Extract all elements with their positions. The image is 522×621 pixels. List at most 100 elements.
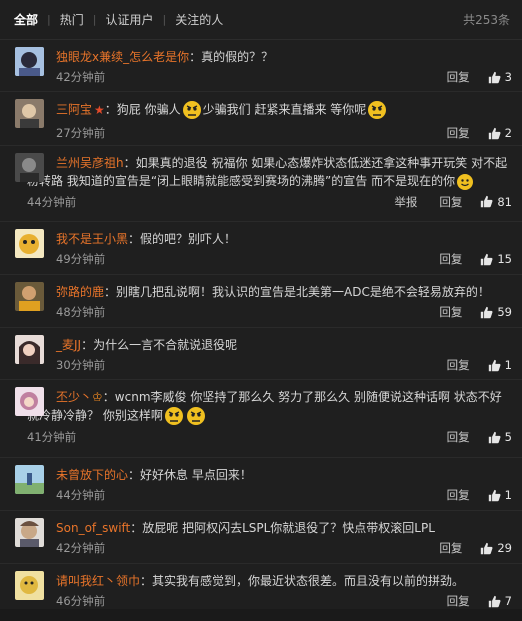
avatar[interactable] [15,282,44,311]
like-button[interactable]: 81 [480,195,512,209]
comment-time: 42分钟前 [56,541,106,555]
comment-username[interactable]: _麦JJ [56,338,81,352]
comment-username[interactable]: 弥路的鹿 [56,285,104,299]
comment-content: 别瞎几把乱说啊！我认识的宣告是北美第一ADC是绝不会轻易放弃的！ [116,285,490,299]
comment-content: 粉转路 我知道的宣告是“闭上眼睛就能感受到赛场的沸腾”的宣告 而不是现在的你 [27,174,456,188]
thumbs-up-icon [488,71,501,83]
comment-username[interactable]: Son_of_swift [56,521,130,535]
report-button[interactable]: 举报 [394,194,417,210]
comment-content: 假的吧？别吓人！ [140,232,237,246]
comment-username[interactable]: 三阿宝 [56,103,92,117]
reply-button[interactable]: 回复 [439,304,462,320]
angry-emoji-icon [368,101,387,119]
comment-list: 独眼龙x兼续_怎么老是你：真的假的？？ 42分钟前 回复 3 三阿宝 ★：狗屁 你… [0,40,522,614]
thumbs-up-icon [488,595,501,607]
comment-username[interactable]: 丕少丶 [56,390,92,404]
comment-time: 30分钟前 [56,358,106,372]
reply-button[interactable]: 回复 [447,429,470,445]
comment-item: 未曾放下的心：好好休息 早点回来！ 44分钟前 回复 1 [0,458,522,511]
avatar[interactable] [15,518,44,547]
star-badge-icon: ★ [94,102,105,117]
reply-button[interactable]: 回复 [439,251,462,267]
like-button[interactable]: 15 [480,252,512,266]
like-button[interactable]: 3 [488,70,512,84]
like-count: 15 [497,252,512,266]
comment-item: 我不是王小黑：假的吧？别吓人！ 49分钟前 回复 15 [0,222,522,275]
comment-filter-tabs: 全部 | 热门 | 认证用户 | 关注的人 共253条 [0,0,522,40]
comment-text: 独眼龙x兼续_怎么老是你：真的假的？？ [56,50,274,64]
comment-meta: 41分钟前 回复 5 [27,426,512,448]
tab-all[interactable]: 全部 [14,11,38,28]
comment-time: 44分钟前 [56,488,106,502]
like-count: 3 [504,70,512,84]
reply-button[interactable]: 回复 [447,487,470,503]
comment-time: 42分钟前 [56,70,106,84]
comment-meta: 49分钟前 回复 15 [56,248,512,270]
comment-text-continued: 就冷静冷静？ 你别这样啊 [27,406,512,426]
comment-content: 少骗我们 赶紧来直播来 等你呢 [202,102,367,117]
comment-text: 请叫我红丶领巾：其实我有感觉到，你最近状态很差。而且没有以前的拼劲。 [56,574,465,588]
bottom-edge [0,609,522,621]
tab-hot[interactable]: 热门 [60,11,84,28]
comment-item: 三阿宝 ★：狗屁 你骗人 少骗我们 赶紧来直播来 等你呢 27分钟前 回复 2 [0,92,522,146]
avatar[interactable] [15,153,44,182]
avatar[interactable] [15,465,44,494]
avatar[interactable] [15,47,44,76]
comment-username[interactable]: 请叫我红丶领巾 [56,574,140,588]
comment-total-count: 共253条 [463,13,510,27]
comment-item: 兰州吴彦祖h：如果真的退役 祝福你 如果心态爆炸状态低迷还拿这种事开玩笑 对不起… [0,146,522,222]
comment-meta: 27分钟前 回复 2 [56,122,512,144]
comment-content: 就冷静冷静？ 你别这样啊 [27,408,163,423]
avatar[interactable] [15,335,44,364]
comment-time: 46分钟前 [56,594,106,608]
thumbs-up-icon [488,127,501,139]
like-count: 59 [497,305,512,319]
avatar[interactable] [15,387,44,416]
comment-time: 44分钟前 [27,194,77,209]
comment-content: 为什么一言不合就说退役呢 [93,338,238,352]
comment-text: 三阿宝 ★：狗屁 你骗人 少骗我们 赶紧来直播来 等你呢 [56,100,512,120]
comment-item: Son_of_swift：放屁呢 把阿权闪去LSPL你就退役了？快点带权滚回LP… [0,511,522,564]
like-button[interactable]: 7 [488,594,512,608]
like-button[interactable]: 2 [488,126,512,140]
like-button[interactable]: 1 [488,358,512,372]
avatar[interactable] [15,99,44,128]
crown-badge-icon: ♔ [92,390,103,404]
like-count: 81 [497,194,512,209]
comment-username[interactable]: 未曾放下的心 [56,468,128,482]
reply-button[interactable]: 回复 [447,69,470,85]
comment-content: 如果真的退役 祝福你 如果心态爆炸状态低迷还拿这种事开玩笑 对不起 [135,156,508,170]
like-count: 1 [504,358,512,372]
comment-username[interactable]: 兰州吴彦祖h [56,156,124,170]
reply-button[interactable]: 回复 [447,125,470,141]
like-count: 1 [504,488,512,502]
like-button[interactable]: 1 [488,488,512,502]
reply-button[interactable]: 回复 [439,540,462,556]
avatar[interactable] [15,229,44,258]
comment-item: 请叫我红丶领巾：其实我有感觉到，你最近状态很差。而且没有以前的拼劲。 46分钟前… [0,564,522,614]
comment-item: _麦JJ：为什么一言不合就说退役呢 30分钟前 回复 1 [0,328,522,380]
reply-button[interactable]: 回复 [439,194,462,210]
reply-button[interactable]: 回复 [447,593,470,609]
like-button[interactable]: 5 [488,430,512,444]
comment-item: 丕少丶♔：wcnm李威俊 你坚持了那么久 努力了那么久 别随便说这种话啊 状态不… [0,380,522,458]
tab-following[interactable]: 关注的人 [175,11,223,28]
comment-text: 兰州吴彦祖h：如果真的退役 祝福你 如果心态爆炸状态低迷还拿这种事开玩笑 对不起 [56,156,508,170]
comment-username[interactable]: 我不是王小黑 [56,232,128,246]
comment-meta: 42分钟前 回复 3 [56,66,512,88]
like-button[interactable]: 59 [480,305,512,319]
comment-time: 41分钟前 [27,430,77,444]
comment-meta: 44分钟前 举报 回复 81 [27,191,512,213]
comment-text: 未曾放下的心：好好休息 早点回来！ [56,468,252,482]
comment-content: 其实我有感觉到，你最近状态很差。而且没有以前的拼劲。 [152,574,465,588]
tab-verified-users[interactable]: 认证用户 [105,11,153,28]
like-button[interactable]: 29 [480,541,512,555]
comment-username[interactable]: 独眼龙x兼续_怎么老是你 [56,50,189,64]
comment-item: 弥路的鹿：别瞎几把乱说啊！我认识的宣告是北美第一ADC是绝不会轻易放弃的！ 48… [0,275,522,328]
reply-button[interactable]: 回复 [447,357,470,373]
comment-meta: 30分钟前 回复 1 [56,354,512,376]
comment-content: 狗屁 你骗人 [116,102,181,117]
comment-content: wcnm李威俊 你坚持了那么久 努力了那么久 别随便说这种话啊 状态不好 [114,390,502,404]
thumbs-up-icon [481,253,493,265]
avatar[interactable] [15,571,44,600]
